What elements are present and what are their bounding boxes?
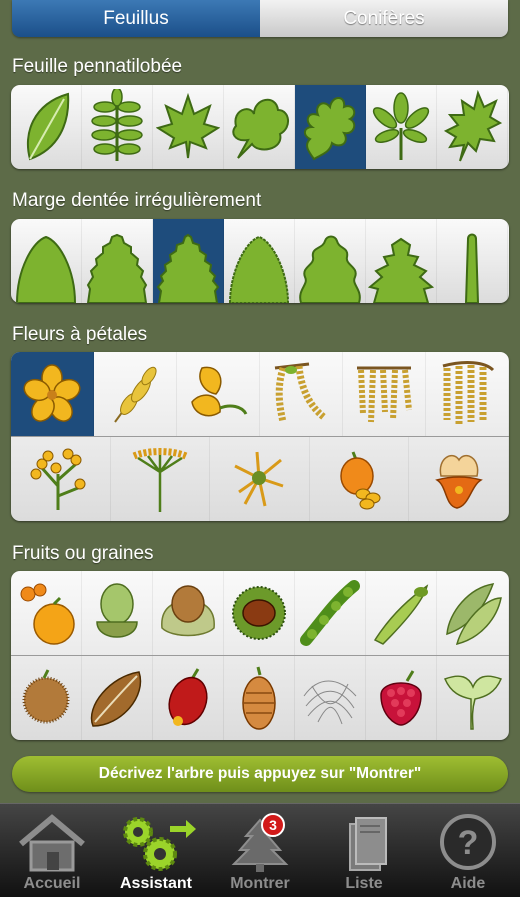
section-title-fruits: Fruits ou graines: [12, 543, 154, 564]
bottom-tab-bar: Accueil Assistant 3 Montrer Liste ? Aide: [0, 803, 520, 897]
tab-montrer[interactable]: 3 Montrer: [208, 804, 312, 897]
legume-icon[interactable]: [437, 571, 509, 655]
cone-fruit-icon[interactable]: [224, 656, 295, 740]
double-serrate-margin-icon[interactable]: [153, 219, 224, 303]
seed-icon[interactable]: [82, 656, 153, 740]
samara-icon[interactable]: [366, 571, 437, 655]
branched-flower-icon[interactable]: [11, 437, 111, 521]
burr-fruit-icon[interactable]: [11, 656, 82, 740]
pinnatifid-leaf-icon[interactable]: [437, 85, 508, 169]
palmate-leaf-icon[interactable]: [366, 85, 437, 169]
capsule-fruit-icon[interactable]: [437, 656, 509, 740]
flower-shape-panel: [11, 352, 509, 521]
berry-icon[interactable]: [366, 656, 437, 740]
montrer-badge: 3: [261, 813, 285, 837]
home-icon: [19, 814, 85, 872]
simple-leaf-icon[interactable]: [11, 85, 82, 169]
tab-liste[interactable]: Liste: [312, 804, 416, 897]
tab-montrer-label: Montrer: [230, 875, 290, 892]
type-segmented-control[interactable]: Feuillus Conifères: [12, 0, 508, 37]
petal-flower-icon[interactable]: [11, 352, 94, 436]
section-title-leaf: Feuille pennatilobée: [12, 56, 183, 77]
describe-tree-button[interactable]: Décrivez l'arbre puis appuyez sur "Montr…: [12, 756, 508, 792]
smooth-margin-icon[interactable]: [11, 219, 82, 303]
tab-accueil-label: Accueil: [23, 875, 81, 892]
umbel-flower-icon[interactable]: [111, 437, 211, 521]
pendulous-catkin-icon[interactable]: [426, 352, 509, 436]
gears-icon: [123, 817, 196, 871]
leaf-shape-panel: [11, 85, 509, 169]
fine-serrate-margin-icon[interactable]: [224, 219, 295, 303]
tab-assistant-label: Assistant: [119, 875, 193, 892]
hip-fruit-icon[interactable]: [153, 656, 224, 740]
tab-assistant[interactable]: Assistant: [104, 804, 208, 897]
serrate-margin-icon[interactable]: [82, 219, 153, 303]
catkin-flower-icon[interactable]: [94, 352, 177, 436]
spiny-margin-icon[interactable]: [366, 219, 437, 303]
oak-leaf-icon[interactable]: [295, 85, 366, 169]
pinnate-leaf-icon[interactable]: [82, 85, 153, 169]
tab-liste-label: Liste: [345, 875, 383, 892]
tab-aide[interactable]: ? Aide: [416, 804, 520, 897]
hazelnut-icon[interactable]: [153, 571, 224, 655]
spider-flower-icon[interactable]: [210, 437, 310, 521]
fringed-flower-icon[interactable]: [409, 437, 509, 521]
tab-accueil[interactable]: Accueil: [0, 804, 104, 897]
lobed-leaf-icon[interactable]: [224, 85, 295, 169]
margin-shape-panel: [11, 219, 509, 303]
segment-coniferes[interactable]: Conifères: [260, 0, 508, 37]
books-icon: [349, 817, 387, 871]
fluffy-seed-icon[interactable]: [295, 656, 366, 740]
hanging-catkin-icon[interactable]: [260, 352, 343, 436]
lobed-margin-icon[interactable]: [295, 219, 366, 303]
fruit-shape-panel: [11, 571, 509, 740]
tab-aide-label: Aide: [450, 875, 486, 892]
orange-flower-icon[interactable]: [310, 437, 410, 521]
chestnut-icon[interactable]: [224, 571, 295, 655]
svg-text:?: ?: [458, 824, 479, 862]
citrus-fruit-icon[interactable]: [11, 571, 82, 655]
section-title-flowers: Fleurs à pétales: [12, 324, 148, 345]
maple-leaf-icon[interactable]: [153, 85, 224, 169]
segment-feuillus[interactable]: Feuillus: [12, 0, 260, 37]
section-title-margin: Marge dentée irrégulièrement: [12, 190, 262, 211]
acorn-icon[interactable]: [82, 571, 153, 655]
linear-margin-icon[interactable]: [437, 219, 508, 303]
cluster-flower-icon[interactable]: [343, 352, 426, 436]
pea-flower-icon[interactable]: [177, 352, 260, 436]
pod-icon[interactable]: [295, 571, 366, 655]
help-icon: ?: [440, 814, 496, 870]
